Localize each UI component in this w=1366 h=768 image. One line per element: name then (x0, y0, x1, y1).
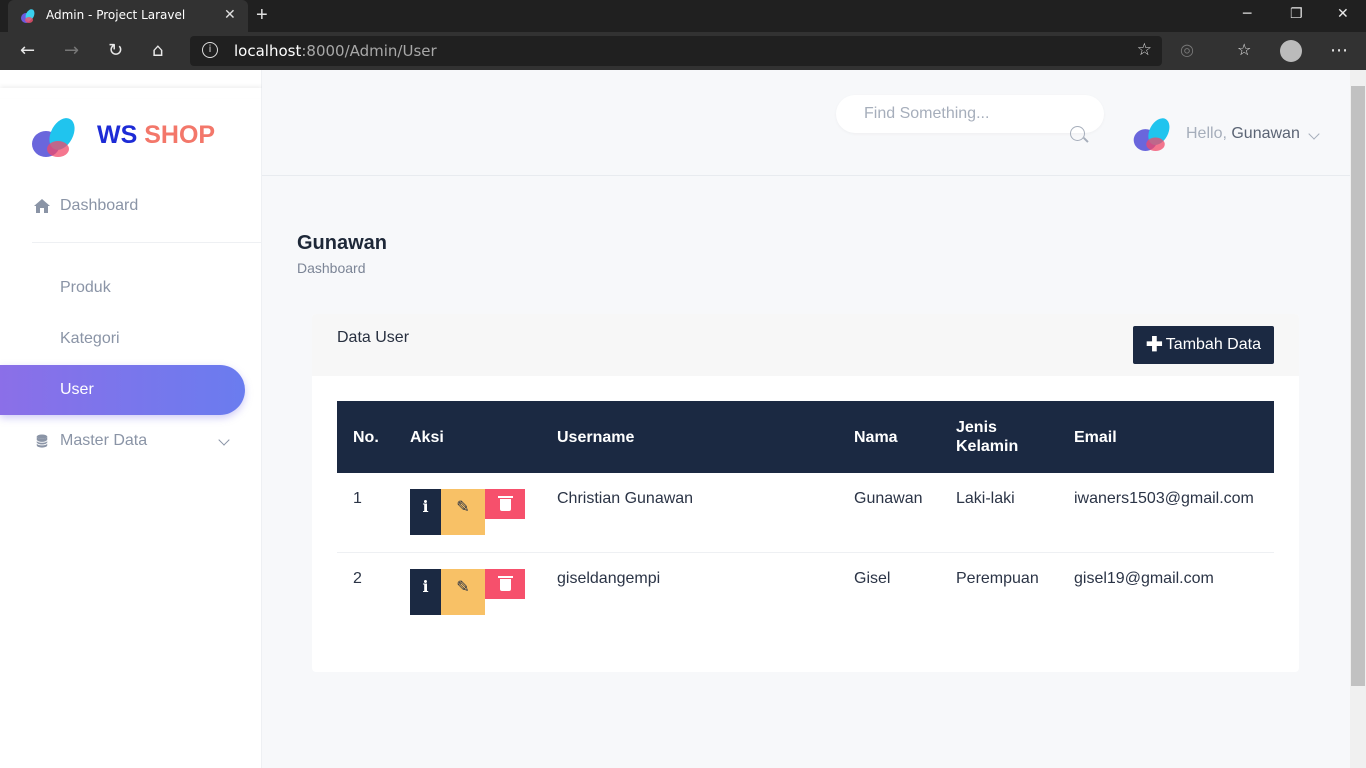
user-table: No. Aksi Username Nama Jenis Kelamin Ema… (337, 401, 1274, 631)
back-icon[interactable]: ← (20, 40, 35, 61)
restore-icon[interactable]: ❐ (1290, 6, 1303, 22)
search-icon[interactable] (1070, 126, 1085, 141)
column-header-nama: Nama (854, 428, 898, 446)
brand-logo-icon (32, 118, 75, 157)
plus-icon: ✚ (1146, 334, 1163, 356)
cell-no: 1 (353, 490, 362, 507)
user-greeting[interactable]: Hello, Gunawan (1186, 125, 1300, 143)
minimize-icon[interactable]: ─ (1243, 6, 1251, 22)
trash-icon (497, 496, 513, 511)
address-bar[interactable]: i localhost:8000/Admin/User ☆ (190, 36, 1162, 66)
delete-button[interactable] (485, 489, 525, 519)
sidebar-item-label: Produk (60, 279, 111, 296)
sidebar-item-user[interactable]: User (0, 365, 245, 415)
profile-avatar-icon[interactable] (1280, 40, 1302, 62)
user-avatar-logo-icon[interactable] (1132, 116, 1174, 154)
cell-email: iwaners1503@gmail.com (1074, 490, 1254, 507)
sidebar-item-label: User (60, 381, 94, 398)
refresh-icon[interactable]: ↻ (108, 40, 123, 61)
table-header-row: No. Aksi Username Nama Jenis Kelamin Ema… (337, 401, 1274, 473)
sidebar-item-label: Master Data (60, 432, 148, 449)
browser-tab[interactable]: Admin - Project Laravel ✕ (8, 0, 248, 32)
sidebar: WS SHOP Dashboard Produk Kategori User M… (0, 70, 262, 768)
sidebar-item-dashboard[interactable]: Dashboard (0, 181, 245, 231)
data-user-card: Data User ✚ Tambah Data No. Aksi Usernam… (312, 314, 1299, 672)
add-data-button[interactable]: ✚ Tambah Data (1133, 326, 1274, 364)
column-header-jenis-kelamin: Jenis Kelamin (956, 419, 1019, 455)
new-tab-icon[interactable]: + (256, 4, 268, 27)
trash-icon (497, 575, 513, 591)
brand-name: WS SHOP (97, 121, 216, 149)
page-title: Gunawan (297, 232, 388, 254)
tab-close-icon[interactable]: ✕ (224, 6, 236, 23)
column-header-email: Email (1074, 428, 1117, 446)
edit-icon: ✎ (456, 578, 470, 596)
chevron-down-icon[interactable] (1308, 128, 1320, 140)
card-header: Data User ✚ Tambah Data (312, 314, 1299, 376)
cell-email: gisel19@gmail.com (1074, 569, 1214, 587)
sidebar-item-master-data[interactable]: Master Data (0, 416, 245, 466)
cell-aksi: i ✎ (394, 552, 541, 631)
window-close-icon[interactable]: ✕ (1337, 6, 1349, 22)
more-icon[interactable]: ⋯ (1330, 40, 1348, 61)
edit-button[interactable]: ✎ (441, 489, 485, 535)
sidebar-divider (32, 242, 262, 243)
favorites-icon[interactable]: ☆ (1237, 40, 1251, 59)
app-favicon-icon (21, 9, 35, 23)
extension-icon[interactable]: ◎ (1180, 40, 1194, 59)
sidebar-item-kategori[interactable]: Kategori (0, 314, 245, 364)
card-title: Data User (337, 329, 410, 346)
info-button[interactable]: i (410, 489, 441, 535)
cell-jenis-kelamin: Laki-laki (956, 490, 1015, 507)
grid-icon (34, 332, 50, 346)
cell-username: Christian Gunawan (557, 490, 694, 507)
favorite-star-icon[interactable]: ☆ (1137, 40, 1152, 60)
url-text: localhost:8000/Admin/User (234, 42, 437, 60)
page: WS SHOP Dashboard Produk Kategori User M… (0, 70, 1366, 768)
cell-nama: Gisel (854, 569, 891, 587)
sidebar-item-produk[interactable]: Produk (0, 263, 245, 313)
column-header-aksi: Aksi (410, 428, 444, 446)
browser-toolbar: ← → ↻ ⌂ i localhost:8000/Admin/User ☆ ◎ … (0, 32, 1366, 70)
database-icon (36, 434, 48, 448)
column-header-username: Username (557, 428, 635, 446)
home-icon (34, 199, 50, 213)
scrollbar-thumb[interactable] (1351, 86, 1365, 686)
cell-no: 2 (353, 569, 362, 587)
action-buttons: i ✎ (410, 489, 525, 535)
table-row: 1 i ✎ Christian Gunawan Gunawan Laki-lak… (337, 473, 1274, 552)
grid-icon (34, 383, 50, 397)
sidebar-item-label: Dashboard (60, 197, 139, 214)
cell-aksi: i ✎ (394, 473, 541, 552)
info-button[interactable]: i (410, 568, 441, 615)
search-input[interactable] (836, 95, 1104, 133)
cell-jenis-kelamin: Perempuan (956, 569, 1039, 587)
site-info-icon[interactable]: i (202, 42, 218, 58)
edit-icon: ✎ (456, 499, 470, 516)
browser-titlebar: Admin - Project Laravel ✕ + ─ ❐ ✕ (0, 0, 1366, 32)
cell-nama: Gunawan (854, 490, 923, 507)
sidebar-item-label: Kategori (60, 330, 120, 347)
column-header-no: No. (353, 428, 379, 446)
edit-button[interactable]: ✎ (441, 568, 485, 615)
cell-username: giseldangempi (557, 569, 661, 587)
grid-icon (34, 281, 50, 295)
table-row: 2 i ✎ giseldangempi Gisel Perempuan gise… (337, 552, 1274, 631)
breadcrumb[interactable]: Dashboard (297, 260, 366, 276)
home-icon[interactable]: ⌂ (152, 40, 163, 61)
forward-icon[interactable]: → (64, 40, 79, 61)
delete-button[interactable] (485, 568, 525, 599)
top-header: Hello, Gunawan (262, 70, 1350, 176)
info-icon: i (422, 576, 429, 596)
action-buttons: i ✎ (410, 568, 525, 615)
tab-title: Admin - Project Laravel (46, 8, 186, 22)
info-icon: i (422, 497, 429, 516)
